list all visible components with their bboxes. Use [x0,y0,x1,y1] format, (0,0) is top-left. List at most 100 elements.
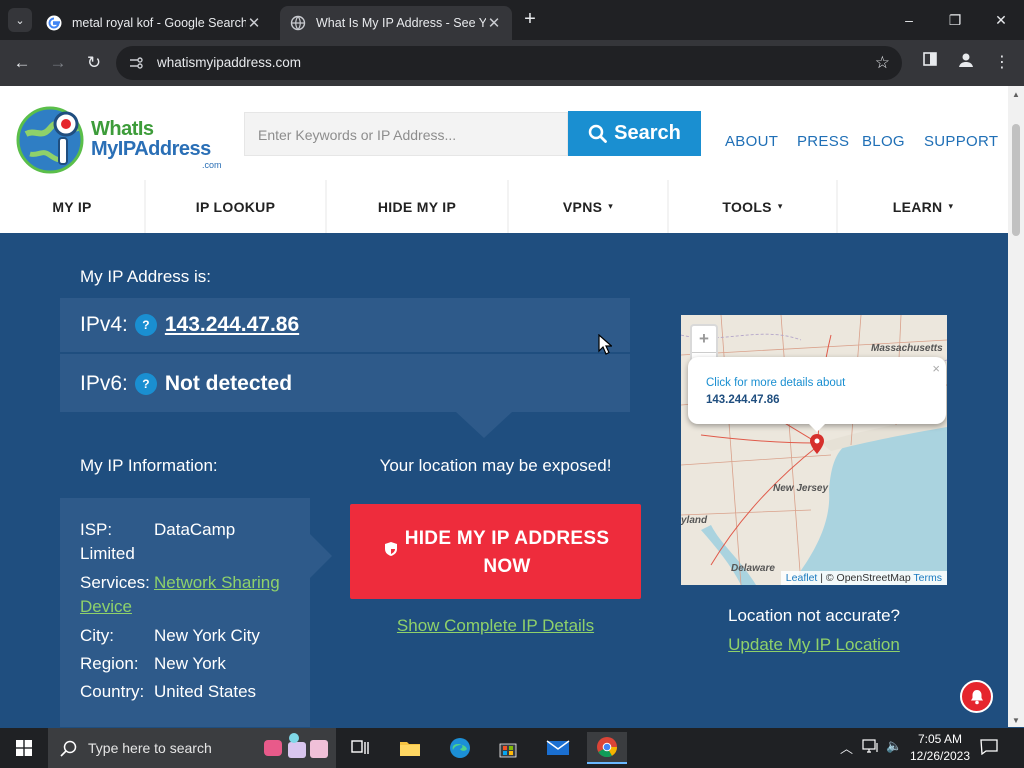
windows-taskbar: Type here to search ︿ 🔈 7:05 AM 12/26/20… [0,728,1024,768]
clock-time: 7:05 AM [917,732,963,746]
isp-key: ISP: [80,520,113,539]
page-scrollbar[interactable]: ▲ ▼ [1008,86,1024,727]
logo-text: .com [202,160,222,170]
site-header: WhatIs MyIPAddress .com Enter Keywords o… [0,86,1008,180]
isp-value: DataCamp [154,520,236,539]
city-value: New York City [154,626,260,645]
ipv6-value: Not detected [164,372,293,395]
map-popup[interactable]: × Click for more details about 143.244.4… [688,357,946,424]
help-icon[interactable]: ? [134,373,157,395]
ip-heading: My IP Address is: [80,267,212,286]
ipv6-row: IPv6: ? Not detected [60,356,630,412]
search-highlight-icon [264,733,328,758]
tab-google-search[interactable]: metal royal kof - Google Search ✕ [36,6,272,40]
microsoft-store-icon[interactable] [488,732,528,764]
search-button-label: Search [614,122,681,144]
bookmark-star-icon[interactable]: ☆ [875,53,890,73]
task-view-icon[interactable] [340,732,380,764]
mail-icon[interactable] [538,732,578,764]
site-logo[interactable]: WhatIs MyIPAddress .com [16,104,226,176]
show-hidden-icons[interactable]: ︿ [840,738,853,757]
hide-button-label: HIDE MY IP ADDRESS NOW [404,528,610,577]
close-icon[interactable]: ✕ [246,14,262,32]
update-location-link[interactable]: Update My IP Location [681,635,947,655]
about-link[interactable]: ABOUT [725,133,778,150]
exposed-warning: Your location may be exposed! [379,456,612,475]
leaflet-link[interactable]: Leaflet [786,572,818,584]
show-complete-details-link[interactable]: Show Complete IP Details [350,616,641,636]
country-key: Country: [80,682,145,701]
maximize-button[interactable]: ❐ [932,0,978,40]
notification-center-icon[interactable] [980,739,998,758]
map-pin-icon[interactable] [810,434,824,454]
nav-ip-lookup[interactable]: IP LOOKUP [146,180,327,233]
clock-date: 12/26/2023 [909,749,971,763]
taskbar-search-box[interactable]: Type here to search [48,728,336,768]
tab-title: metal royal kof - Google Search [72,16,246,30]
close-window-button[interactable]: ✕ [978,0,1024,40]
close-icon[interactable]: × [932,361,940,376]
system-clock[interactable]: 7:05 AM 12/26/2023 [898,731,982,765]
info-heading: My IP Information: [80,456,218,475]
help-icon[interactable]: ? [134,314,157,336]
mouse-cursor-icon [598,334,612,355]
nav-label: IP LOOKUP [195,198,276,215]
city-key: City: [80,626,114,645]
forward-icon[interactable]: → [46,51,70,75]
scroll-up-icon[interactable]: ▲ [1012,90,1020,99]
reload-icon[interactable]: ↻ [82,51,106,75]
side-panel-icon[interactable] [918,51,942,75]
services-link-cont[interactable]: Device [80,595,132,619]
attribution-text: | © OpenStreetMap [817,572,914,584]
map-label: New Jersey [773,483,829,494]
file-explorer-icon[interactable] [390,732,430,764]
site-info-icon[interactable] [128,55,146,71]
caret-down-icon: ▾ [777,201,783,211]
minimize-button[interactable]: – [886,0,932,40]
menu-kebab-icon[interactable]: ⋮ [990,51,1014,75]
search-input[interactable]: Enter Keywords or IP Address... [244,112,568,156]
nav-vpns[interactable]: VPNS ▾ [509,180,669,233]
close-icon[interactable]: ✕ [486,14,502,32]
nav-my-ip[interactable]: MY IP [0,180,146,233]
zoom-in-button[interactable]: + [692,326,716,352]
profile-icon[interactable] [954,51,978,75]
notification-bell-icon[interactable] [960,680,993,713]
search-icon [60,740,77,757]
popup-tip [807,422,827,432]
caret-down-icon: ▾ [608,201,614,211]
nav-tools[interactable]: TOOLS ▾ [669,180,838,233]
hide-my-ip-button[interactable]: HIDE MY IP ADDRESS NOW [350,504,641,599]
ipv4-value[interactable]: 143.244.47.86 [165,313,299,337]
panel-pointer [456,412,512,438]
scroll-thumb[interactable] [1012,124,1020,236]
press-link[interactable]: PRESS [797,133,849,150]
services-link[interactable]: Network Sharing [154,571,280,595]
web-page: WhatIs MyIPAddress .com Enter Keywords o… [0,86,1008,727]
scroll-down-icon[interactable]: ▼ [1012,716,1020,725]
location-map[interactable]: + − Massachusetts New Jersey yland Delaw… [681,315,947,585]
main-nav: MY IP IP LOOKUP HIDE MY IP VPNS ▾ TOOLS ▾ … [0,180,1008,233]
blog-link[interactable]: BLOG [862,133,905,150]
chrome-icon[interactable] [587,732,627,764]
tab-whatismyip[interactable]: What Is My IP Address - See Your ✕ [280,6,512,40]
start-button[interactable] [0,728,48,768]
google-icon [46,15,62,31]
new-tab-button[interactable]: + [518,9,542,30]
tab-search-button[interactable]: ⌄ [8,8,32,32]
popup-ip: 143.244.47.86 [706,394,780,406]
nav-learn[interactable]: LEARN ▾ [838,180,1008,233]
tab-strip: ⌄ metal royal kof - Google Search ✕ What… [0,0,1024,40]
nav-label: HIDE MY IP [377,198,457,215]
network-icon[interactable] [862,738,880,757]
back-icon[interactable]: ← [10,51,34,75]
map-label: Delaware [731,563,775,574]
support-link[interactable]: SUPPORT [924,133,998,150]
terms-link[interactable]: Terms [913,572,942,584]
region-key: Region: [80,654,139,673]
address-bar[interactable]: whatismyipaddress.com ☆ [116,46,902,80]
ip-address-panel: IPv4: ? 143.244.47.86 IPv6: ? Not detect… [60,298,630,412]
nav-hide-my-ip[interactable]: HIDE MY IP [327,180,509,233]
edge-icon[interactable] [440,732,480,764]
search-button[interactable]: Search [568,111,701,156]
